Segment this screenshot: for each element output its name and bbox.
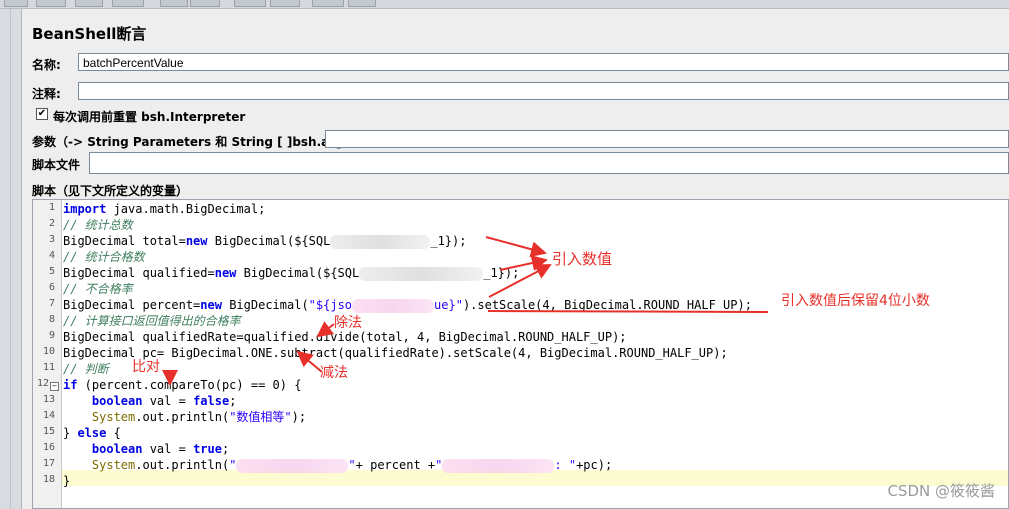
annotation-import-value: 引入数值: [552, 250, 613, 268]
arrow-icon: [485, 236, 547, 258]
annotation-divide: 除法: [334, 315, 362, 331]
annotation-subtract: 减法: [320, 365, 348, 381]
annotation-keep-decimals: 引入数值后保留4位小数: [781, 293, 930, 309]
arrow-icon: [296, 350, 323, 373]
watermark: CSDN @筱筱酱: [887, 482, 995, 500]
underline-mark: [487, 310, 769, 313]
arrow-icon: [316, 321, 335, 338]
annotation-compare: 比对: [132, 359, 160, 375]
annotation-arrows: [162, 236, 769, 386]
arrow-icon: [488, 264, 552, 298]
arrow-icon: [499, 255, 548, 271]
